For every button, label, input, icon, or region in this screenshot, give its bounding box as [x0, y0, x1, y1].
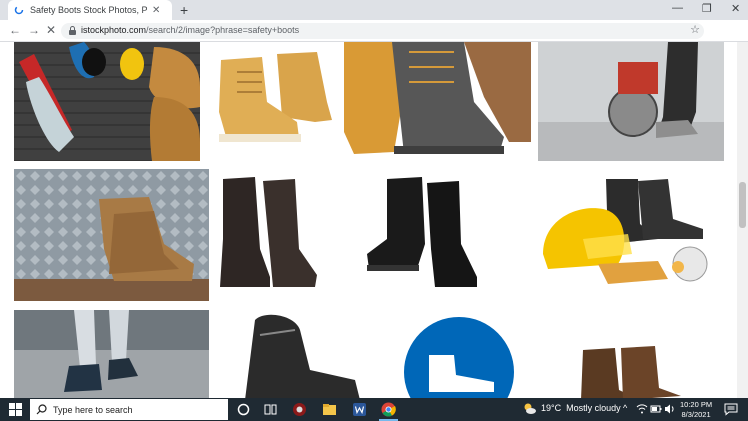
scrollbar-thumb[interactable]: [739, 182, 746, 228]
image-black-lace-up-boots[interactable]: [327, 169, 521, 301]
image-black-combat-boots-worn[interactable]: [215, 169, 319, 301]
photo-worker-saw: [538, 42, 724, 161]
url-text: istockphoto.com/search/2/image?phrase=sa…: [81, 25, 299, 35]
search-placeholder: Type here to search: [53, 404, 133, 415]
lock-icon: [69, 26, 76, 35]
minimize-button[interactable]: —: [672, 2, 683, 14]
word-icon[interactable]: [352, 402, 367, 417]
photo-worker-legs: [14, 310, 209, 398]
bookmark-star-icon[interactable]: ☆: [690, 23, 700, 36]
volume-icon[interactable]: [664, 403, 676, 415]
page-scrollbar[interactable]: [737, 42, 748, 398]
image-safety-boot-sign[interactable]: [394, 310, 524, 398]
photo-boot-sign-icon: [394, 310, 524, 398]
weather-temp: 19°C: [541, 403, 562, 413]
clock-date: 8/3/2021: [681, 410, 711, 419]
chrome-icon[interactable]: [381, 402, 396, 417]
notification-icon[interactable]: [724, 402, 738, 416]
image-brown-boots-pair[interactable]: [531, 310, 724, 398]
photo-boots-closeup: [344, 42, 531, 161]
image-worker-legs-boots[interactable]: [14, 310, 209, 398]
photo-black-lace-boots: [327, 169, 521, 301]
tab-strip: Safety Boots Stock Photos, Pictu ✕ + — ❐…: [0, 0, 748, 20]
new-tab-button[interactable]: +: [180, 2, 188, 18]
task-view-icon[interactable]: [263, 402, 278, 417]
image-boots-diamond-plate[interactable]: [14, 169, 209, 301]
image-boots-closeup[interactable]: [344, 42, 531, 161]
taskbar-search-box[interactable]: Type here to search: [30, 399, 228, 420]
windows-start-icon[interactable]: [8, 402, 23, 417]
restore-button[interactable]: ❐: [702, 2, 712, 15]
address-bar[interactable]: istockphoto.com/search/2/image?phrase=sa…: [61, 23, 704, 39]
close-window-button[interactable]: ✕: [731, 2, 740, 15]
weather-widget[interactable]: 19°C Mostly cloudy: [541, 403, 621, 413]
search-icon: [36, 404, 47, 415]
photo-tan-boots: [207, 42, 337, 161]
cortana-icon[interactable]: [236, 402, 251, 417]
photo-diamond-plate: [14, 169, 209, 301]
photo-black-boots-worn: [215, 169, 319, 301]
forward-button[interactable]: →: [28, 23, 40, 37]
image-tan-work-boots-pair[interactable]: [207, 42, 337, 161]
photo-worn-boot: [215, 310, 387, 398]
loading-icon: [14, 5, 24, 15]
network-icon[interactable]: [636, 403, 648, 415]
windows-taskbar: Type here to search 19°C Mostly cloudy ^…: [0, 398, 748, 421]
weather-cloud-icon[interactable]: [522, 401, 537, 416]
tab-close-icon[interactable]: ✕: [152, 5, 160, 16]
photo-tools-gloves: [14, 42, 200, 161]
back-button[interactable]: ←: [9, 23, 21, 37]
media-player-icon[interactable]: [292, 402, 307, 417]
image-worker-cutting-saw[interactable]: [538, 42, 724, 161]
system-clock[interactable]: 10:20 PM 8/3/2021: [680, 400, 712, 420]
photo-brown-boots: [531, 310, 724, 398]
image-results-grid: [0, 42, 737, 398]
image-worn-black-boot[interactable]: [215, 310, 387, 398]
clock-time: 10:20 PM: [680, 400, 713, 409]
battery-icon[interactable]: [650, 403, 662, 415]
tray-overflow-chevron-icon[interactable]: ^: [623, 403, 627, 413]
file-explorer-icon[interactable]: [322, 402, 337, 417]
active-tab[interactable]: Safety Boots Stock Photos, Pictu ✕: [8, 0, 172, 20]
tab-title: Safety Boots Stock Photos, Pictu: [30, 5, 148, 15]
url-host: istockphoto.com: [81, 25, 147, 35]
url-path: /search/2/image?phrase=safety+boots: [146, 25, 300, 35]
stop-loading-button[interactable]: ✕: [46, 23, 56, 37]
image-tools-gloves-boots[interactable]: [14, 42, 200, 161]
weather-text: Mostly cloudy: [566, 403, 621, 413]
image-safety-gear-helmet[interactable]: [528, 169, 724, 301]
photo-safety-gear: [528, 169, 724, 301]
browser-toolbar: ← → ✕ istockphoto.com/search/2/image?phr…: [0, 20, 748, 56]
